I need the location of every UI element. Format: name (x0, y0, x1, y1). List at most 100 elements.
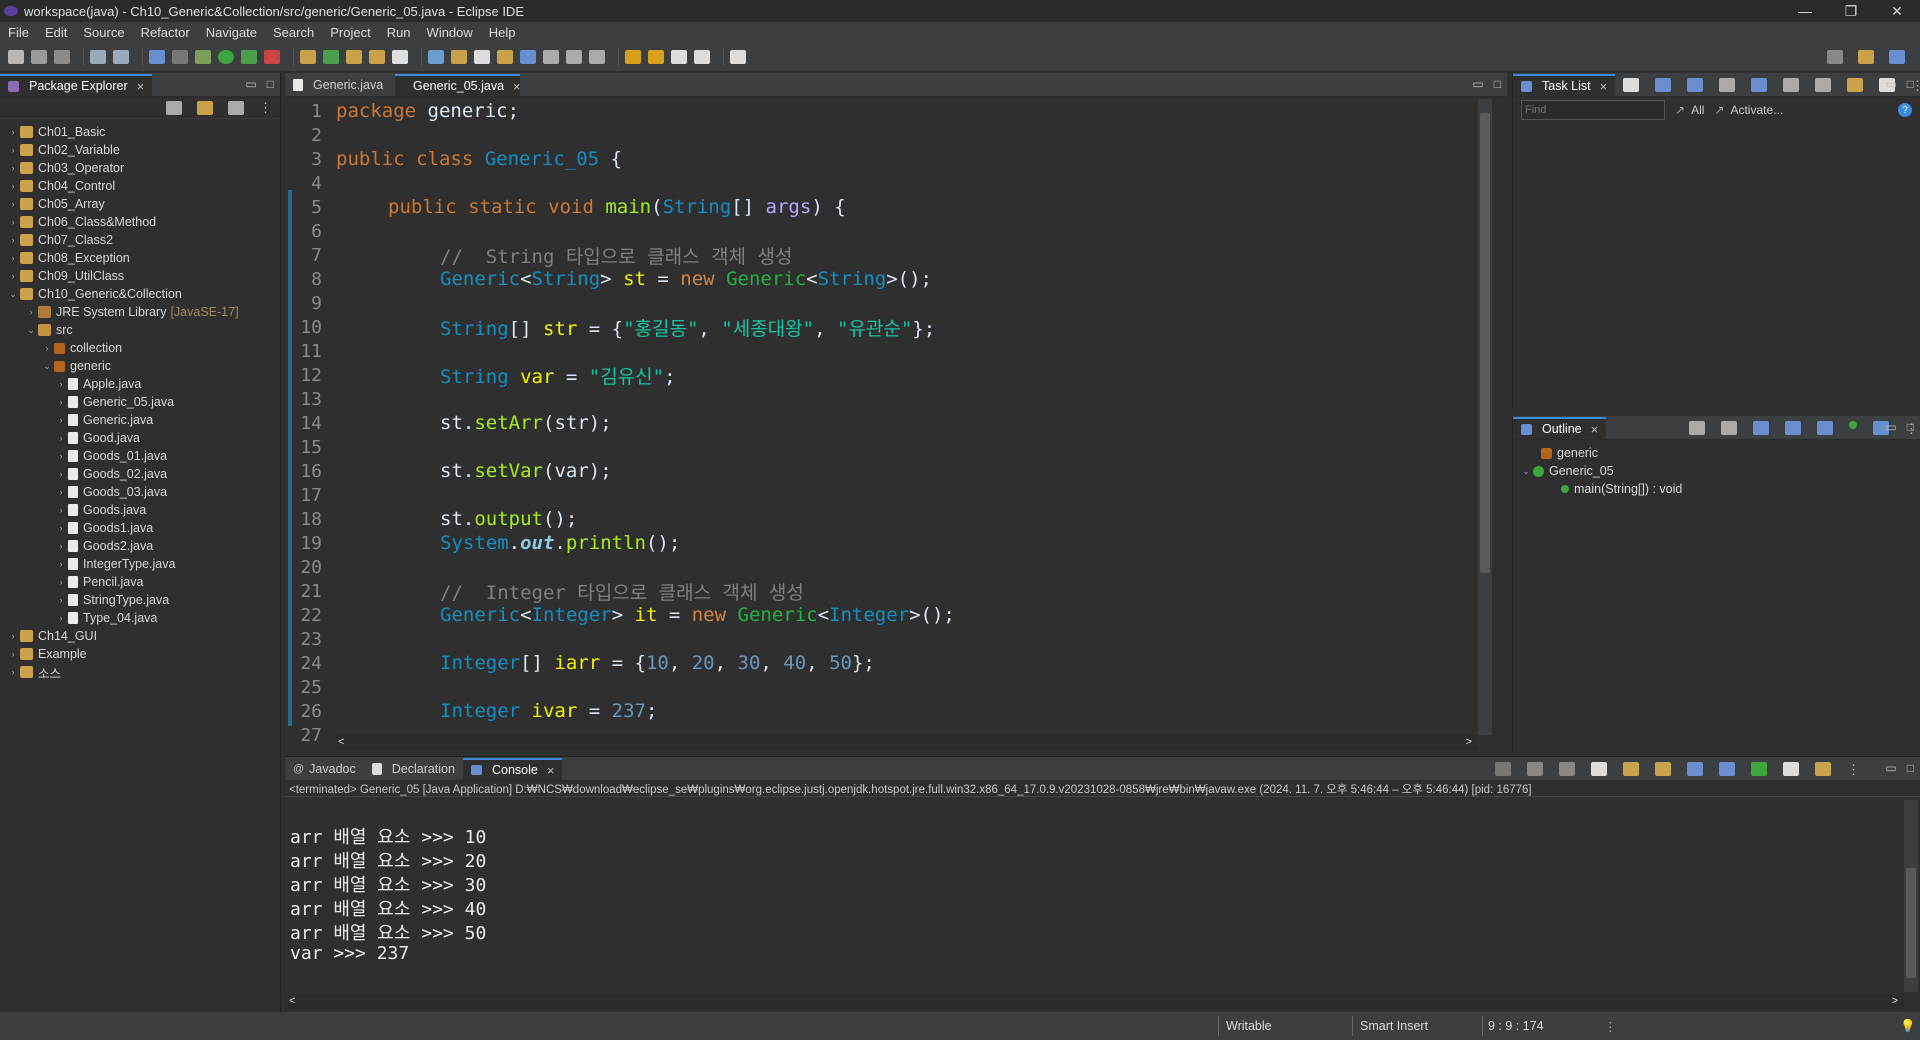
scroll-left-icon[interactable]: < (338, 736, 344, 748)
scroll-left-icon[interactable]: < (289, 995, 295, 1007)
search-tool-icon[interactable] (392, 49, 408, 64)
tree-project[interactable]: › 소스 (0, 663, 280, 681)
collapse-all-icon[interactable] (1783, 78, 1799, 92)
sync-icon[interactable] (1847, 78, 1863, 92)
close-icon[interactable]: × (1591, 422, 1599, 437)
minimize-icon[interactable]: ▭ (1885, 761, 1896, 775)
chevron-right-icon[interactable]: › (56, 505, 66, 515)
tree-project[interactable]: › Ch03_Operator (0, 159, 280, 177)
hide-static-icon[interactable] (1817, 421, 1833, 435)
chevron-down-icon[interactable]: ⌄ (26, 325, 36, 336)
prev-annotation-icon[interactable] (589, 49, 605, 64)
console-horizontal-scrollbar[interactable]: < > (287, 994, 1904, 1009)
chevron-down-icon[interactable]: ⌄ (1521, 466, 1531, 477)
menu-refactor[interactable]: Refactor (133, 25, 198, 40)
tree-project[interactable]: › Ch08_Exception (0, 249, 280, 267)
close-icon[interactable]: × (513, 79, 521, 94)
chevron-right-icon[interactable]: › (8, 199, 18, 209)
close-icon[interactable]: × (137, 79, 145, 94)
close-window-button[interactable]: ✕ (1874, 0, 1920, 22)
menu-project[interactable]: Project (322, 25, 378, 40)
toggle-mark-icon[interactable] (428, 49, 444, 64)
tree-file[interactable]: › Generic_05.java (0, 393, 280, 411)
hide-fields-icon[interactable] (1785, 421, 1801, 435)
breadcrumb-icon[interactable] (474, 49, 490, 64)
chevron-right-icon[interactable]: › (26, 307, 36, 317)
tree-package[interactable]: › collection (0, 339, 280, 357)
menu-window[interactable]: Window (419, 25, 481, 40)
menu-edit[interactable]: Edit (37, 25, 75, 40)
maximize-icon[interactable]: □ (267, 77, 274, 91)
scheduled-icon[interactable] (1687, 78, 1703, 92)
tree-file[interactable]: › IntegerType.java (0, 555, 280, 573)
new-icon[interactable] (8, 49, 24, 64)
tree-project-open[interactable]: ⌄ Ch10_Generic&Collection (0, 285, 280, 303)
chevron-right-icon[interactable]: › (56, 379, 66, 389)
chevron-right-icon[interactable]: › (56, 577, 66, 587)
open-perspective-icon[interactable] (1858, 49, 1874, 64)
chevron-right-icon[interactable]: › (56, 613, 66, 623)
tree-file[interactable]: › Goods1.java (0, 519, 280, 537)
focus-active-icon[interactable] (1689, 421, 1705, 435)
chevron-right-icon[interactable]: › (56, 433, 66, 443)
block-selection-icon[interactable] (520, 49, 536, 64)
chevron-right-icon[interactable]: › (56, 541, 66, 551)
chevron-right-icon[interactable]: › (8, 649, 18, 659)
new-java-project-icon[interactable] (300, 49, 316, 64)
menu-file[interactable]: File (0, 25, 37, 40)
tree-file[interactable]: › Goods.java (0, 501, 280, 519)
skip-breakpoints-icon[interactable] (172, 49, 188, 64)
focus-icon[interactable] (1751, 78, 1767, 92)
open-task-icon[interactable] (369, 49, 385, 64)
terminal-icon[interactable] (149, 49, 165, 64)
filter-icon[interactable] (228, 100, 244, 115)
view-menu-icon[interactable]: ⋮ (259, 100, 272, 116)
tab-package-explorer[interactable]: Package Explorer × (0, 74, 153, 96)
scroll-lock-icon[interactable] (1623, 762, 1639, 776)
link-with-editor-icon[interactable] (197, 100, 213, 115)
tree-project[interactable]: › Example (0, 645, 280, 663)
save-all-icon[interactable] (54, 49, 70, 64)
show-on-error-icon[interactable] (1719, 762, 1735, 776)
task-find-input[interactable] (1521, 100, 1665, 120)
tree-file[interactable]: › Goods2.java (0, 537, 280, 555)
tree-project[interactable]: › Ch04_Control (0, 177, 280, 195)
word-wrap-icon[interactable] (497, 49, 513, 64)
chevron-right-icon[interactable]: › (8, 631, 18, 641)
tree-project[interactable]: › Ch02_Variable (0, 141, 280, 159)
editor-horizontal-scrollbar[interactable]: < > (336, 735, 1478, 750)
help-icon[interactable]: ? (1898, 103, 1912, 117)
java-perspective-icon[interactable] (1889, 49, 1905, 64)
chevron-right-icon[interactable]: › (8, 217, 18, 227)
maximize-icon[interactable]: □ (1494, 77, 1501, 91)
chevron-right-icon[interactable]: › (56, 523, 66, 533)
chevron-right-icon[interactable]: › (56, 559, 66, 569)
tab-outline[interactable]: Outline × (1513, 417, 1607, 439)
show-whitespace-icon[interactable] (543, 49, 559, 64)
clear-console-icon[interactable] (1591, 762, 1607, 776)
tree-file[interactable]: › StringType.java (0, 591, 280, 609)
chevron-right-icon[interactable]: › (8, 127, 18, 137)
outline-method[interactable]: main(String[]) : void (1513, 480, 1920, 498)
chevron-right-icon[interactable]: › (56, 595, 66, 605)
annotation-icon[interactable] (451, 49, 467, 64)
chevron-right-icon[interactable]: › (56, 469, 66, 479)
restore-button[interactable]: ❐ (1828, 0, 1874, 22)
chevron-right-icon[interactable]: › (56, 415, 66, 425)
tab-declaration[interactable]: Declaration (364, 758, 463, 780)
menu-source[interactable]: Source (75, 25, 132, 40)
tree-file[interactable]: › Pencil.java (0, 573, 280, 591)
chevron-right-icon[interactable]: › (8, 667, 18, 677)
tab-generic-java[interactable]: Generic.java (285, 74, 395, 96)
tree-project[interactable]: › Ch06_Class&Method (0, 213, 280, 231)
tree-project[interactable]: › Ch14_GUI (0, 627, 280, 645)
back-icon[interactable] (671, 49, 687, 64)
chevron-right-icon[interactable]: › (56, 487, 66, 497)
code-editor[interactable]: 1 package generic; 2 3 public class Generi… (292, 99, 1492, 742)
search-icon[interactable] (1827, 49, 1843, 64)
tree-file[interactable]: › Apple.java (0, 375, 280, 393)
show-on-output-icon[interactable] (1687, 762, 1703, 776)
tree-file[interactable]: › Goods_03.java (0, 483, 280, 501)
menu-navigate[interactable]: Navigate (198, 25, 265, 40)
coverage-icon[interactable] (241, 49, 257, 64)
